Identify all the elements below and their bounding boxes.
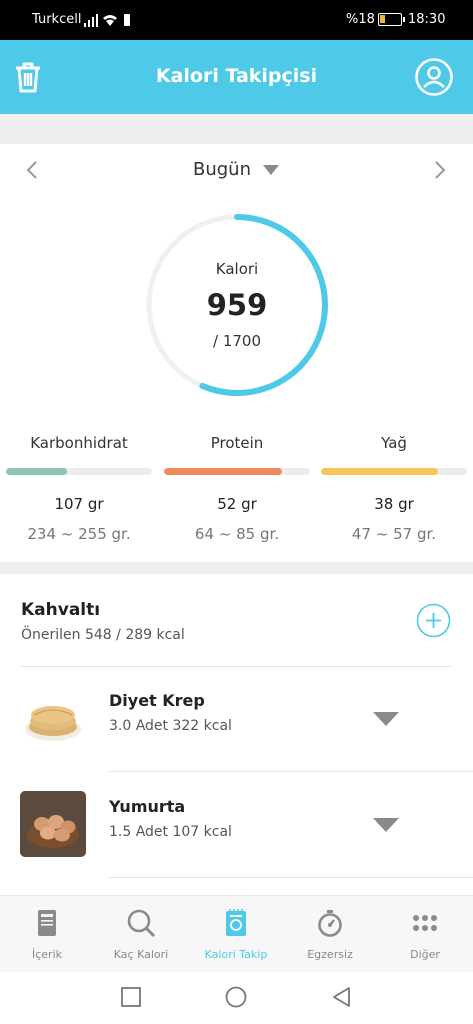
more-icon — [413, 915, 437, 931]
macro-protein: Protein 52 gr 64 ~ 85 gr. — [162, 434, 312, 543]
calorie-label: Kalori — [215, 260, 259, 278]
battery-icon — [378, 13, 405, 26]
back-button[interactable] — [331, 986, 353, 1008]
stopwatch-icon — [318, 910, 342, 937]
macro-bar-fill — [164, 468, 283, 475]
recent-apps-button[interactable] — [120, 986, 142, 1008]
chevron-left-icon[interactable] — [22, 158, 42, 182]
carrier-label: Turkcell — [32, 12, 82, 27]
home-button[interactable] — [225, 986, 247, 1008]
macro-grams: 107 gr — [54, 495, 104, 513]
nav-egzersiz[interactable]: Egzersiz — [283, 896, 377, 973]
macro-bar — [6, 468, 152, 475]
food-detail: 3.0 Adet 322 kcal — [109, 718, 232, 734]
eggs-image — [20, 791, 86, 857]
macro-name: Yağ — [381, 434, 407, 452]
food-name: Diyet Krep — [109, 691, 205, 710]
macro-bar-fill — [321, 468, 438, 475]
calorie-goal: / 1700 — [213, 332, 261, 350]
macro-carbs: Karbonhidrat 107 gr 234 ~ 255 gr. — [4, 434, 154, 543]
nav-kalori-takip[interactable]: Kalori Takip — [189, 896, 283, 973]
food-name: Yumurta — [109, 797, 186, 816]
food-row[interactable]: Yumurta 1.5 Adet 107 kcal — [0, 779, 473, 869]
macro-fat: Yağ 38 gr 47 ~ 57 gr. — [319, 434, 469, 543]
macro-name: Protein — [210, 434, 264, 452]
tracker-icon — [226, 909, 246, 936]
app-bar: Kalori Takipçisi — [0, 40, 473, 114]
food-detail: 1.5 Adet 107 kcal — [109, 824, 232, 840]
macro-name: Karbonhidrat — [30, 434, 128, 452]
chevron-right-icon[interactable] — [430, 158, 450, 182]
macro-bar — [164, 468, 310, 475]
caret-down-icon[interactable] — [372, 817, 400, 833]
clock: 18:30 — [408, 12, 446, 27]
profile-icon[interactable] — [414, 57, 454, 97]
system-navigation-bar — [0, 972, 473, 1024]
nav-label: Kaç Kalori — [113, 948, 169, 961]
nav-label: İçerik — [31, 948, 62, 961]
page-title: Kalori Takipçisi — [155, 65, 318, 87]
status-bar: Turkcell %18 18:30 — [0, 0, 473, 40]
row-divider — [109, 771, 473, 772]
macro-bar-fill — [6, 468, 68, 475]
macro-grams: 52 gr — [217, 495, 257, 513]
bottom-navigation: İçerik Kaç Kalori Kalori Takip Egzersiz — [0, 895, 473, 972]
macro-grams: 38 gr — [374, 495, 414, 513]
nav-diger[interactable]: Diğer — [378, 896, 472, 973]
row-divider — [21, 666, 451, 667]
nav-icerik[interactable]: İçerik — [0, 896, 94, 973]
caret-down-icon[interactable] — [372, 711, 400, 727]
calorie-summary: Kalori 959 / 1700 — [144, 212, 330, 398]
row-divider — [109, 877, 473, 878]
nav-label: Diğer — [410, 948, 440, 961]
nav-label: Kalori Takip — [204, 948, 268, 961]
nav-label: Egzersiz — [307, 948, 353, 961]
battery-percent: %18 — [346, 12, 375, 27]
add-food-button[interactable] — [416, 603, 451, 638]
signal-wifi-icons — [84, 14, 130, 27]
meal-recommended: Önerilen 548 / 289 kcal — [21, 627, 185, 643]
book-icon — [38, 910, 56, 936]
nav-kac-kalori[interactable]: Kaç Kalori — [94, 896, 188, 973]
search-icon — [127, 909, 156, 938]
calorie-value: 959 — [206, 288, 268, 322]
crepe-image — [25, 706, 81, 741]
header-spacer — [0, 114, 473, 144]
macro-range: 234 ~ 255 gr. — [27, 525, 131, 543]
date-navigator: Bugün — [0, 150, 473, 190]
meal-title: Kahvaltı — [21, 600, 101, 620]
macro-bar — [321, 468, 467, 475]
food-row[interactable]: Diyet Krep 3.0 Adet 322 kcal — [0, 673, 473, 763]
macro-range: 64 ~ 85 gr. — [194, 525, 280, 543]
macro-range: 47 ~ 57 gr. — [351, 525, 437, 543]
date-label[interactable]: Bugün — [193, 159, 251, 180]
section-divider — [0, 562, 473, 574]
caret-down-icon[interactable] — [262, 164, 280, 176]
